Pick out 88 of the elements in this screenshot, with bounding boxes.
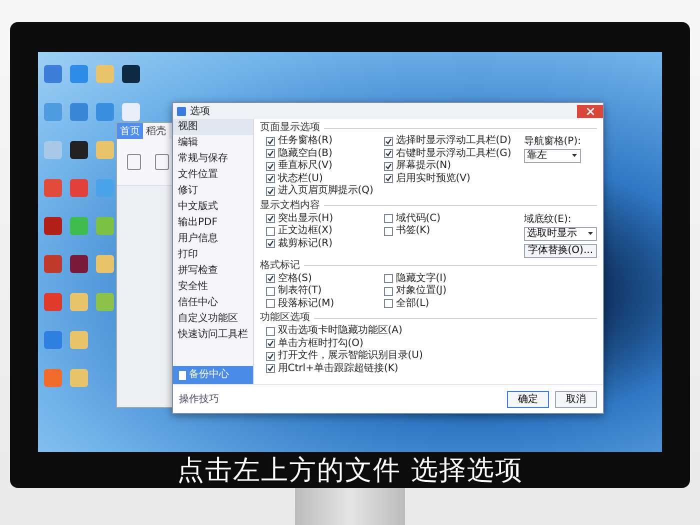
option-label: 全部(L) (396, 298, 430, 310)
checkbox[interactable] (384, 162, 393, 171)
checkbox[interactable] (266, 226, 275, 236)
nav-item[interactable]: 快速访问工具栏 (173, 327, 253, 343)
option-label: 启用实时预览(V) (396, 172, 470, 185)
section-title: 页面显示选项 (260, 121, 320, 134)
field-label: 域底纹(E): (524, 212, 572, 226)
ok-button[interactable]: 确定 (507, 390, 549, 408)
checkbox[interactable] (384, 136, 393, 146)
checkbox[interactable] (384, 226, 393, 236)
option-label: 任务窗格(R) (278, 135, 333, 148)
checkbox[interactable] (384, 149, 393, 158)
cancel-button[interactable]: 取消 (555, 390, 597, 408)
dialog-title: 选项 (190, 104, 210, 118)
nav-item[interactable]: 文件位置 (173, 167, 253, 183)
nav-item[interactable]: 中文版式 (173, 199, 253, 215)
checkbox[interactable] (384, 286, 393, 296)
close-button[interactable] (577, 104, 603, 118)
tips-link[interactable]: 操作技巧 (179, 392, 219, 406)
checkbox[interactable] (384, 174, 393, 184)
toolbar-icon[interactable] (127, 154, 141, 170)
option-label: 突出显示(H) (278, 212, 334, 224)
dropdown[interactable]: 靠左 (524, 149, 581, 163)
checkbox[interactable] (266, 299, 275, 308)
nav-item[interactable]: 打印 (173, 247, 253, 263)
toolbar-icon[interactable] (155, 154, 169, 170)
option-label: 状态栏(U) (278, 172, 323, 184)
checkbox[interactable] (266, 339, 275, 348)
subtitle: 点击左上方的文件 选择选项 (177, 454, 523, 488)
checkbox[interactable] (266, 162, 275, 171)
option-label: 裁剪标记(R) (278, 238, 333, 250)
nav-item[interactable]: 拼写检查 (173, 263, 253, 279)
desktop-icon[interactable] (122, 65, 140, 83)
section-title: 功能区选项 (260, 311, 310, 324)
option-label: 正文边框(X) (278, 225, 332, 238)
nav-item[interactable]: 常规与保存 (173, 151, 253, 167)
nav-item[interactable]: 信任中心 (173, 295, 253, 311)
option-label: 书签(K) (396, 225, 430, 238)
section-title: 显示文档内容 (260, 198, 320, 212)
option-label: 双击选项卡时隐藏功能区(A) (278, 325, 402, 338)
checkbox[interactable] (266, 239, 275, 248)
option-label: 制表符(T) (278, 285, 322, 298)
nav-item[interactable]: 视图 (173, 119, 253, 135)
font-replace-button[interactable]: 字体替换(O)... (524, 244, 597, 258)
checkbox[interactable] (266, 326, 275, 336)
nav-item[interactable]: 修订 (173, 183, 253, 199)
checkbox[interactable] (266, 186, 275, 196)
caret-icon (588, 232, 593, 234)
desktop-icon[interactable] (70, 255, 88, 273)
checkbox[interactable] (266, 364, 275, 374)
nav-item[interactable]: 编辑 (173, 135, 253, 151)
option-label: 对象位置(J) (396, 285, 447, 298)
field-label: 导航窗格(P): (524, 135, 581, 148)
checkbox[interactable] (266, 136, 275, 146)
option-label: 右键时显示浮动工具栏(G) (396, 148, 512, 160)
option-label: 空格(S) (278, 272, 312, 284)
caret-icon (572, 154, 577, 157)
option-label: 隐藏文字(I) (396, 272, 447, 284)
dropdown[interactable]: 选取时显示 (524, 226, 597, 240)
option-label: 段落标记(M) (278, 298, 334, 310)
checkbox[interactable] (266, 214, 275, 224)
checkbox[interactable] (266, 174, 275, 184)
nav-item[interactable]: 安全性 (173, 279, 253, 295)
nav-item[interactable]: 自定义功能区 (173, 311, 253, 327)
checkbox[interactable] (266, 149, 275, 158)
section-title: 格式标记 (260, 258, 300, 272)
option-label: 隐藏空白(B) (278, 148, 332, 160)
checkbox[interactable] (384, 274, 393, 284)
desktop-icon[interactable] (70, 141, 88, 159)
option-label: 域代码(C) (396, 212, 441, 224)
window-tab[interactable]: 稻壳 (143, 123, 169, 139)
document-icon (179, 370, 186, 380)
option-label: 屏幕提示(N) (396, 160, 452, 172)
checkbox[interactable] (266, 274, 275, 284)
option-label: 进入页眉页脚提示(Q) (278, 185, 374, 198)
option-label: 打开文件，展示智能识别目录(U) (278, 350, 423, 362)
option-label: 单击方框时打勾(O) (278, 338, 364, 350)
option-label: 垂直标尺(V) (278, 160, 332, 172)
dialog-icon (177, 106, 186, 116)
checkbox[interactable] (384, 299, 393, 308)
nav-item[interactable]: 输出PDF (173, 215, 253, 231)
close-icon (586, 108, 594, 114)
checkbox[interactable] (266, 352, 275, 361)
checkbox[interactable] (384, 214, 393, 224)
option-label: 选择时显示浮动工具栏(D) (396, 135, 512, 148)
option-label: 用Ctrl+单击跟踪超链接(K) (278, 362, 398, 375)
checkbox[interactable] (266, 286, 275, 296)
nav-item[interactable]: 用户信息 (173, 231, 253, 247)
